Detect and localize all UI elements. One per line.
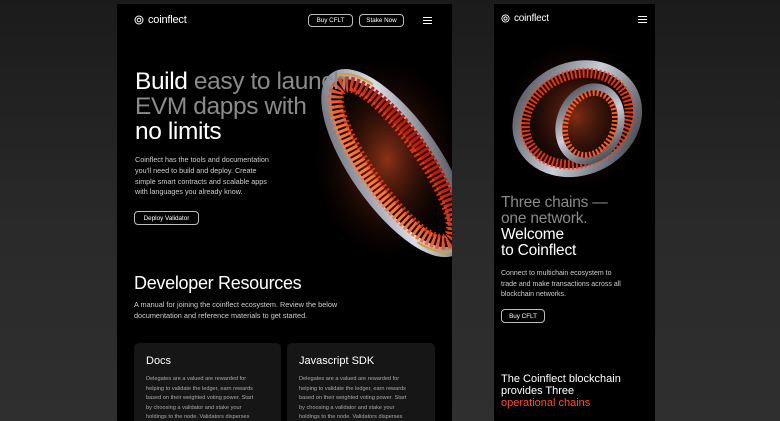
resources-description: A manual for joining the coinflect ecosy… <box>134 300 404 322</box>
card-title: Javascript SDK <box>299 355 375 367</box>
card-body-line: helping to validate the ledger, earn rew… <box>299 385 406 392</box>
mobile-hero-title-line4: to Coinflect <box>501 242 577 259</box>
hamburger-icon[interactable] <box>423 17 432 24</box>
buy-cflt-button[interactable]: Buy CFLT <box>308 14 353 27</box>
resources-description-line: A manual for joining the coinflect ecosy… <box>134 300 338 309</box>
logo-text: coinflect <box>514 13 549 24</box>
mobile-buy-cflt-button[interactable]: Buy CFLT <box>501 309 545 323</box>
mobile-hero-title-muted-2: one network. <box>501 210 588 227</box>
card-body-line: Delegates are a valued are rewarded for <box>146 376 247 382</box>
logo-text: coinflect <box>148 14 187 26</box>
hero-rings-graphic <box>500 34 652 198</box>
card-body-line: holdings to the node. Validators dispers… <box>299 414 403 420</box>
card-body-line: by choosing a validator and stake your <box>146 404 242 411</box>
mobile-hero-title-muted-1: Three chains — <box>501 194 608 211</box>
hero-description-line: you'll need to build and deploy. Create <box>135 165 257 175</box>
card-body: Delegates are a valued are rewarded for … <box>299 375 424 421</box>
logo[interactable]: coinflect <box>501 13 549 24</box>
chains-heading-line2: provides Three <box>501 385 575 397</box>
hero-title-muted-1: easy to launch <box>193 68 347 95</box>
card-body: Delegates are a valued are rewarded for … <box>146 375 271 421</box>
hero-description-line: with languages you already know. <box>135 187 243 197</box>
card-body-line: based on their weighted voting power. St… <box>299 395 407 401</box>
chains-heading: The Coinflect blockchain provides Three … <box>501 373 621 409</box>
hero-description: Coinflect has the tools and documentatio… <box>135 155 310 198</box>
card-body-line: Delegates are a valued are rewarded for <box>299 376 400 382</box>
coinflect-logo-icon <box>501 14 510 23</box>
stake-now-button[interactable]: Stake Now <box>359 14 404 27</box>
mobile-hero-title-line3: Welcome <box>501 226 564 243</box>
card-body-line: based on their weighted voting power. St… <box>146 395 254 401</box>
mobile-description-line: blockchain networks. <box>501 291 566 299</box>
chains-heading-line1: The Coinflect blockchain <box>501 373 621 385</box>
hero-description-line: Coinflect has the tools and documentatio… <box>135 155 269 164</box>
hero-title: Build easy to launch EVM dapps with no l… <box>135 68 347 145</box>
desktop-page-preview: coinflect Buy CFLT Stake Now Build easy … <box>117 4 452 421</box>
resources-description-line: documentation and reference materials to… <box>134 310 308 320</box>
chains-heading-line3: operational chains <box>501 397 591 409</box>
hero-title-word: Build <box>135 68 188 95</box>
hamburger-icon[interactable] <box>638 16 647 23</box>
mobile-hero-description: Connect to multichain ecosystem to trade… <box>501 269 651 301</box>
deploy-validator-button[interactable]: Deploy Validator <box>134 211 199 225</box>
hero-title-muted-2: EVM dapps with <box>135 93 307 120</box>
mobile-page-preview: coinflect Three chains — one network. We… <box>494 4 655 421</box>
mobile-description-line: Connect to multichain ecosystem to <box>501 270 612 277</box>
mobile-description-line: trade and make transactions across all <box>501 280 621 288</box>
hero-description-line: simple smart contracts and scalable apps <box>135 176 267 186</box>
javascript-sdk-card[interactable]: Javascript SDK Delegates are a valued ar… <box>287 343 435 421</box>
docs-card[interactable]: Docs Delegates are a valued are rewarded… <box>134 343 281 421</box>
logo[interactable]: coinflect <box>134 14 187 26</box>
hero-title-line3: no limits <box>135 118 222 145</box>
card-title: Docs <box>146 355 172 367</box>
card-body-line: holdings to the node. Validators dispers… <box>146 414 250 420</box>
mobile-hero-title: Three chains — one network. Welcome to C… <box>501 195 608 259</box>
resources-title: Developer Resources <box>134 273 302 293</box>
coinflect-logo-icon <box>134 15 144 25</box>
card-body-line: by choosing a validator and stake your <box>299 404 395 411</box>
card-body-line: helping to validate the ledger, earn rew… <box>146 385 253 392</box>
